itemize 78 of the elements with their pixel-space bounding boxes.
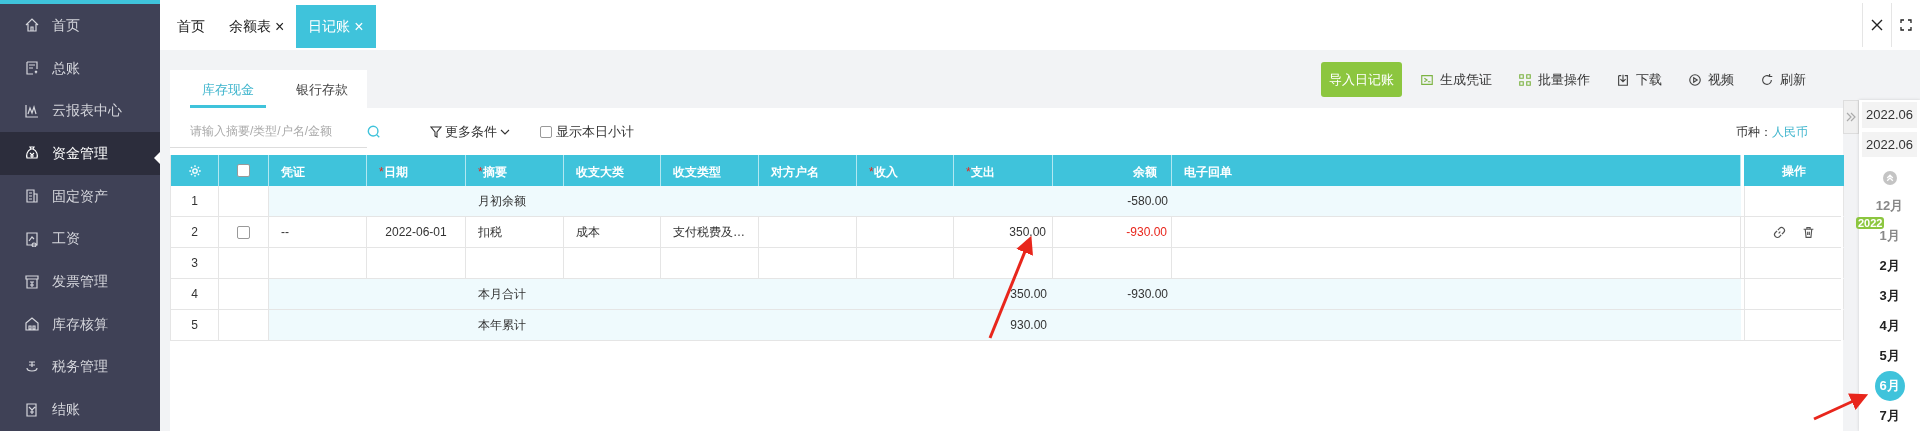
active-pointer-icon bbox=[154, 152, 160, 165]
warehouse-icon bbox=[24, 316, 40, 333]
tax-icon bbox=[24, 358, 40, 375]
sidebar-item[interactable]: 发票管理 bbox=[0, 260, 160, 303]
table-cell: 930.00 bbox=[954, 310, 1053, 340]
checkbox-label: 显示本日小计 bbox=[556, 122, 634, 141]
double-chevron-icon bbox=[1846, 112, 1856, 122]
sidebar-item[interactable]: 总账 bbox=[0, 46, 160, 90]
row-number: 4 bbox=[171, 279, 219, 309]
month-item[interactable]: 2月 bbox=[1874, 251, 1905, 281]
toolbar-action[interactable]: 视频 bbox=[1688, 62, 1734, 97]
row-number: 3 bbox=[171, 248, 219, 278]
month-item[interactable]: 5月 bbox=[1874, 341, 1905, 371]
tab[interactable]: 首页 bbox=[165, 5, 217, 48]
period-date[interactable]: 2022.06 bbox=[1862, 131, 1917, 157]
sidebar-item[interactable]: 库存核算 bbox=[0, 302, 160, 346]
sidebar-item[interactable]: 首页 bbox=[0, 4, 160, 47]
annotation-arrow bbox=[1813, 393, 1869, 421]
sidebar-item[interactable]: 工资 bbox=[0, 217, 160, 261]
money-bag-icon bbox=[24, 145, 40, 162]
currency-label: 币种： bbox=[1736, 123, 1772, 141]
row-number: 5 bbox=[171, 310, 219, 340]
table-cell: 350.00 bbox=[954, 279, 1053, 309]
sidebar-item[interactable]: 资金管理 bbox=[0, 132, 160, 175]
table-cell: 支付税费及… bbox=[661, 217, 759, 247]
building-icon bbox=[24, 188, 40, 205]
link-icon[interactable] bbox=[1773, 225, 1786, 239]
more-filters-button[interactable]: 更多条件 bbox=[430, 121, 510, 142]
filter-icon bbox=[430, 125, 442, 138]
subtab[interactable]: 银行存款 bbox=[284, 74, 360, 108]
table-cell: 成本 bbox=[564, 217, 661, 247]
table-cell: 2022-06-01 bbox=[367, 217, 466, 247]
toolbar-action[interactable]: 生成凭证 bbox=[1420, 62, 1492, 97]
chevron-down-icon bbox=[500, 128, 510, 135]
tab[interactable]: 余额表 × bbox=[217, 5, 297, 48]
table-cell: 本年累计 bbox=[466, 310, 564, 340]
table-cell: -- bbox=[269, 217, 367, 247]
settings-icon[interactable] bbox=[187, 163, 202, 178]
invoice-icon bbox=[24, 273, 40, 290]
checkbox[interactable] bbox=[540, 125, 552, 138]
toolbar-action[interactable]: 下载 bbox=[1616, 62, 1662, 97]
row-number: 2 bbox=[171, 217, 219, 247]
close-icon[interactable]: × bbox=[275, 18, 285, 35]
row-checkbox[interactable] bbox=[237, 225, 250, 239]
ledger-icon bbox=[24, 60, 40, 77]
table-cell: -930.00 bbox=[1053, 217, 1172, 247]
table-cell: -930.00 bbox=[1053, 279, 1172, 309]
sidebar-item[interactable]: 结账 bbox=[0, 388, 160, 431]
table-cell: -580.00 bbox=[1053, 186, 1172, 216]
refresh-icon bbox=[1760, 72, 1774, 87]
month-item[interactable]: 4月 bbox=[1874, 311, 1905, 341]
toolbar-action[interactable]: 刷新 bbox=[1760, 62, 1806, 97]
month-item[interactable]: 7月 bbox=[1874, 401, 1905, 431]
collapse-button[interactable] bbox=[1843, 100, 1859, 134]
sidebar-item[interactable]: 云报表中心 bbox=[0, 89, 160, 133]
month-item[interactable]: 3月 bbox=[1874, 281, 1905, 311]
chart-icon bbox=[24, 102, 40, 119]
salary-icon bbox=[24, 230, 40, 247]
table-cell: 本月合计 bbox=[466, 279, 564, 309]
home-icon bbox=[24, 17, 40, 34]
search-icon[interactable] bbox=[367, 124, 381, 139]
table-cell: 月初余额 bbox=[466, 186, 564, 216]
select-all-checkbox[interactable] bbox=[237, 164, 250, 177]
trash-icon[interactable] bbox=[1802, 225, 1815, 239]
table-cell: 扣税 bbox=[466, 217, 564, 247]
table-cell: 350.00 bbox=[954, 217, 1053, 247]
play-icon bbox=[1688, 72, 1702, 87]
sidebar-item[interactable]: 固定资产 bbox=[0, 174, 160, 218]
download-icon bbox=[1616, 72, 1630, 87]
search-field[interactable]: 请输入摘要/类型/户名/金额 bbox=[170, 115, 367, 148]
year-badge: 2022 bbox=[1856, 217, 1885, 229]
checkout-icon bbox=[24, 401, 40, 418]
grid-icon bbox=[1518, 72, 1532, 87]
period-date[interactable]: 2022.06 bbox=[1862, 102, 1917, 128]
voucher-icon bbox=[1420, 72, 1434, 87]
toolbar-action[interactable]: 批量操作 bbox=[1518, 62, 1590, 97]
sidebar-item[interactable]: 税务管理 bbox=[0, 345, 160, 389]
row-number: 1 bbox=[171, 186, 219, 216]
